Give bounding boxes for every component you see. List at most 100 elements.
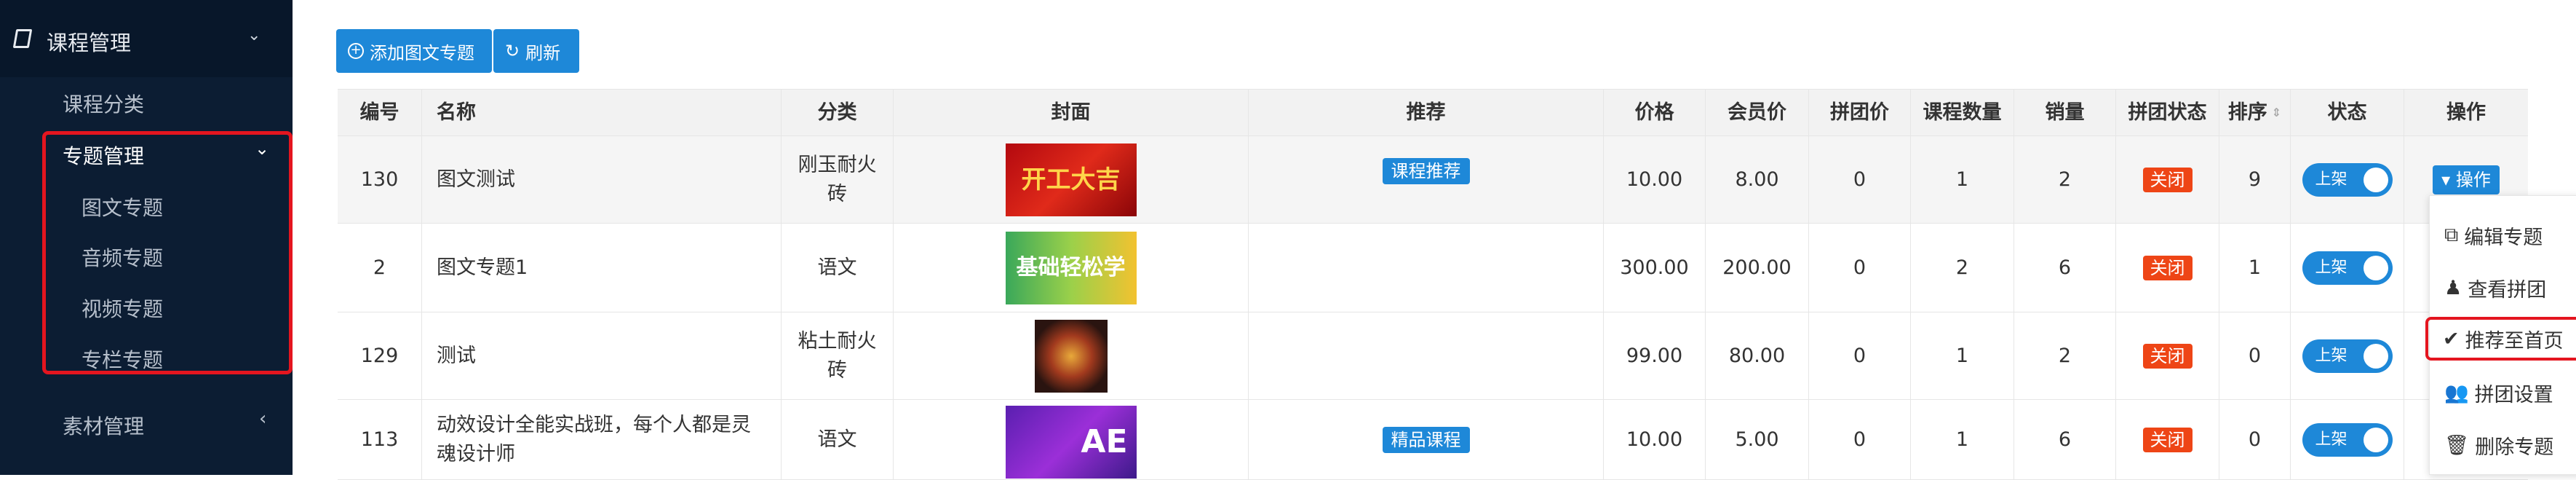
book-icon [12, 29, 33, 48]
col-member-price: 会员价 [1706, 90, 1809, 135]
row-category: 语文 [782, 400, 894, 479]
row-sales: 6 [2014, 224, 2116, 312]
cover-text: 基础轻松学 [1016, 254, 1126, 280]
copy-icon: ⧉ [2444, 224, 2459, 246]
table-row: 2 图文专题1 语文 基础轻松学 300.00 200.00 0 2 6 关闭 … [338, 224, 2528, 312]
row-sort: 0 [2219, 400, 2291, 479]
status-toggle[interactable]: 上架 [2302, 422, 2393, 457]
group-status-badge: 关闭 [2142, 343, 2193, 369]
row-price: 10.00 [1604, 136, 1706, 223]
menu-view-group[interactable]: ♟ 查看拼团 [2430, 266, 2576, 310]
row-id: 2 [338, 224, 422, 312]
row-group-price: 0 [1809, 224, 1911, 312]
cover-image: 基础轻松学 [1005, 231, 1137, 304]
row-group-price: 0 [1809, 312, 1911, 399]
col-action: 操作 [2446, 101, 2486, 124]
row-group-status: 关闭 [2116, 400, 2219, 479]
row-recommend: 精品课程 [1249, 400, 1604, 479]
row-price: 300.00 [1604, 224, 1706, 312]
row-status: 上架 [2291, 312, 2404, 399]
menu-recommend-home[interactable]: ✔ 推荐至首页 [2425, 317, 2576, 361]
row-group-status: 关闭 [2116, 224, 2219, 312]
col-price: 价格 [1604, 90, 1706, 135]
menu-edit-topic[interactable]: ⧉ 编辑专题 [2430, 213, 2576, 257]
row-price: 10.00 [1604, 400, 1706, 479]
table-row: 130 图文测试 刚玉耐火砖 开工大吉 课程推荐 10.00 8.00 0 1 … [338, 136, 2528, 224]
cover-image [1034, 319, 1108, 393]
group-status-badge: 关闭 [2142, 167, 2193, 192]
row-name: 测试 [422, 312, 782, 399]
chevron-left-icon: ‹ [259, 408, 267, 430]
menu-item-label: 查看拼团 [2468, 278, 2547, 302]
group-status-badge: 关闭 [2142, 427, 2193, 452]
row-sales: 6 [2014, 400, 2116, 479]
sort-label: 排序 [2227, 101, 2267, 124]
col-category: 分类 [782, 90, 894, 135]
row-cover: AE [894, 400, 1249, 479]
users-icon: 👥 [2444, 382, 2469, 404]
add-button-label: 添加图文专题 [370, 42, 474, 63]
menu-label: 课程管理 [47, 31, 132, 55]
row-category: 刚玉耐火砖 [782, 136, 894, 223]
col-sales: 销量 [2014, 90, 2116, 135]
col-group-price: 拼团价 [1809, 90, 1911, 135]
row-name: 图文测试 [422, 136, 782, 223]
highlight-box [42, 131, 293, 374]
person-icon: ♟ [2444, 276, 2462, 299]
row-name: 动效设计全能实战班，每个人都是灵魂设计师 [422, 400, 782, 479]
menu-material-management[interactable]: 素材管理 [63, 411, 144, 440]
refresh-button-label: 刷新 [525, 42, 561, 63]
sort-icon: ⇕ [2271, 105, 2282, 119]
row-cover: 开工大吉 [894, 136, 1249, 223]
col-id: 编号 [338, 90, 422, 135]
main-content: + 添加图文专题 ↻ 刷新 编号 名称 分类 封面 推荐 价格 会员价 拼团价 … [293, 0, 2576, 480]
cover-text: AE [1081, 423, 1128, 460]
recommend-tag: 精品课程 [1382, 426, 1470, 453]
row-course-count: 1 [1911, 400, 2014, 479]
trash-icon: 🗑 [2444, 434, 2470, 457]
row-sort: 9 [2219, 136, 2291, 223]
row-category: 粘土耐火砖 [782, 312, 894, 399]
row-sort: 1 [2219, 224, 2291, 312]
col-course-count: 课程数量 [1911, 90, 2014, 135]
row-id: 113 [338, 400, 422, 479]
sidebar: 课程管理 ⌄ 课程分类 专题管理 ⌄ 图文专题 音频专题 视频专题 专栏专题 素… [0, 0, 293, 475]
row-group-status: 关闭 [2116, 136, 2219, 223]
status-toggle[interactable]: 上架 [2302, 339, 2393, 373]
menu-delete-topic[interactable]: 🗑 删除专题 [2430, 423, 2576, 467]
row-status: 上架 [2291, 400, 2404, 479]
group-status-badge: 关闭 [2142, 255, 2193, 280]
menu-group-settings[interactable]: 👥 拼团设置 [2430, 371, 2576, 414]
row-recommend [1249, 224, 1604, 312]
menu-course-management[interactable]: 课程管理 ⌄ [0, 0, 293, 77]
status-toggle[interactable]: 上架 [2302, 162, 2393, 197]
recommend-tag: 课程推荐 [1382, 158, 1470, 184]
row-id: 129 [338, 312, 422, 399]
menu-item-label: 删除专题 [2475, 436, 2554, 459]
row-sales: 2 [2014, 136, 2116, 223]
menu-course-category[interactable]: 课程分类 [63, 89, 144, 118]
row-id: 130 [338, 136, 422, 223]
row-group-price: 0 [1809, 400, 1911, 479]
refresh-button[interactable]: ↻ 刷新 [493, 29, 579, 73]
cover-image: AE [1005, 406, 1137, 479]
add-graphic-topic-button[interactable]: + 添加图文专题 [336, 29, 492, 73]
col-status: 状态 [2291, 90, 2404, 135]
row-member-price: 8.00 [1706, 136, 1809, 223]
col-sort[interactable]: 排序 ⇕ [2219, 90, 2291, 135]
caret-down-icon: ▾ [2441, 169, 2456, 190]
menu-item-label: 推荐至首页 [2465, 329, 2564, 353]
menu-item-label: 拼团设置 [2474, 383, 2553, 406]
col-name: 名称 [422, 90, 782, 135]
table-row: 129 测试 粘土耐火砖 99.00 80.00 0 1 2 关闭 0 上架 [338, 312, 2528, 400]
status-toggle[interactable]: 上架 [2302, 251, 2393, 285]
row-category: 语文 [782, 224, 894, 312]
plus-circle-icon: + [348, 43, 364, 59]
action-dropdown-button[interactable]: ▾ 操作 [2433, 165, 2500, 194]
row-recommend: 课程推荐 [1249, 136, 1604, 223]
table-header: 编号 名称 分类 封面 推荐 价格 会员价 拼团价 课程数量 销量 拼团状态 排… [338, 90, 2528, 136]
row-sales: 2 [2014, 312, 2116, 399]
row-price: 99.00 [1604, 312, 1706, 399]
topic-table: 编号 名称 分类 封面 推荐 价格 会员价 拼团价 课程数量 销量 拼团状态 排… [338, 89, 2528, 480]
row-course-count: 2 [1911, 224, 2014, 312]
